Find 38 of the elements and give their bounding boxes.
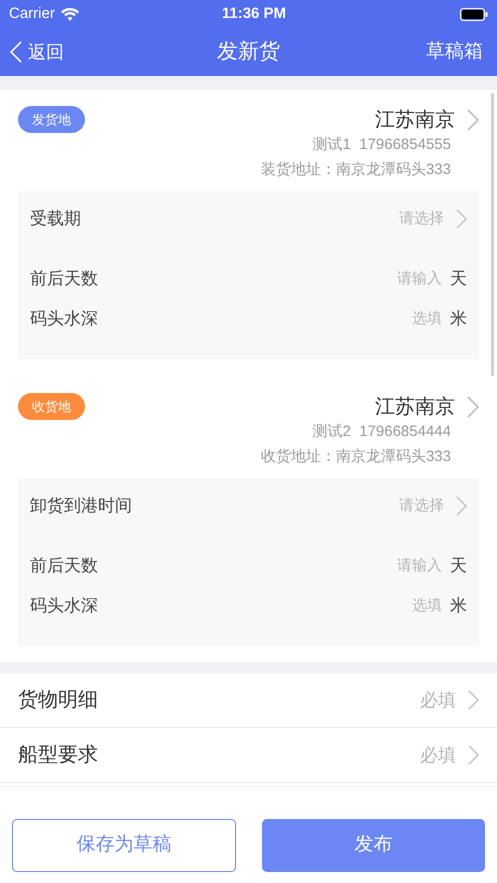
time-text: 11:36 PM [222,4,286,24]
input-field[interactable]: 请输入 [322,268,442,290]
chevron-right-icon [467,396,479,418]
field-label: 前后天数 [30,268,98,290]
page-title: 发新货 [217,39,280,66]
field-label: 码头水深 [30,595,98,618]
field-label: 卸货到港时间 [30,495,132,518]
city-selector[interactable]: 江苏南京 [375,393,479,420]
chevron-right-icon [467,108,479,130]
location-tag: 收货地 [18,393,85,420]
location-tag: 发货地 [18,106,85,133]
publish-button[interactable]: 发布 [262,819,485,872]
unit-label: 米 [450,308,467,330]
field-label: 受载期 [30,208,81,230]
chevron-right-icon [468,690,479,710]
chevron-right-icon [456,209,467,229]
save-draft-button[interactable]: 保存为草稿 [12,819,236,872]
back-icon [10,41,22,63]
input-field[interactable]: 选填 [322,308,442,330]
back-button[interactable]: 返回 [10,38,64,66]
unit-label: 天 [450,555,467,578]
address-text: 装货地址：南京龙潭码头333 [260,160,451,180]
unit-label: 米 [450,595,467,618]
address-text: 收货地址：南京龙潭码头333 [260,446,451,466]
contact-text: 测试2 17966854444 [312,422,451,442]
battery-icon [460,8,488,20]
chevron-right-icon [468,745,479,765]
input-field[interactable]: 选填 [322,594,442,618]
wifi-icon [60,8,79,20]
contact-text: 测试1 17966854555 [312,135,451,155]
field-label: 前后天数 [30,555,98,578]
unit-label: 天 [450,268,467,290]
drafts-button[interactable]: 草稿箱 [426,38,487,66]
input-field[interactable]: 请输入 [322,554,442,578]
carrier-text: Carrier [9,4,55,24]
chevron-right-icon [456,496,467,516]
field-label: 码头水深 [30,308,98,330]
city-selector[interactable]: 江苏南京 [375,106,479,133]
